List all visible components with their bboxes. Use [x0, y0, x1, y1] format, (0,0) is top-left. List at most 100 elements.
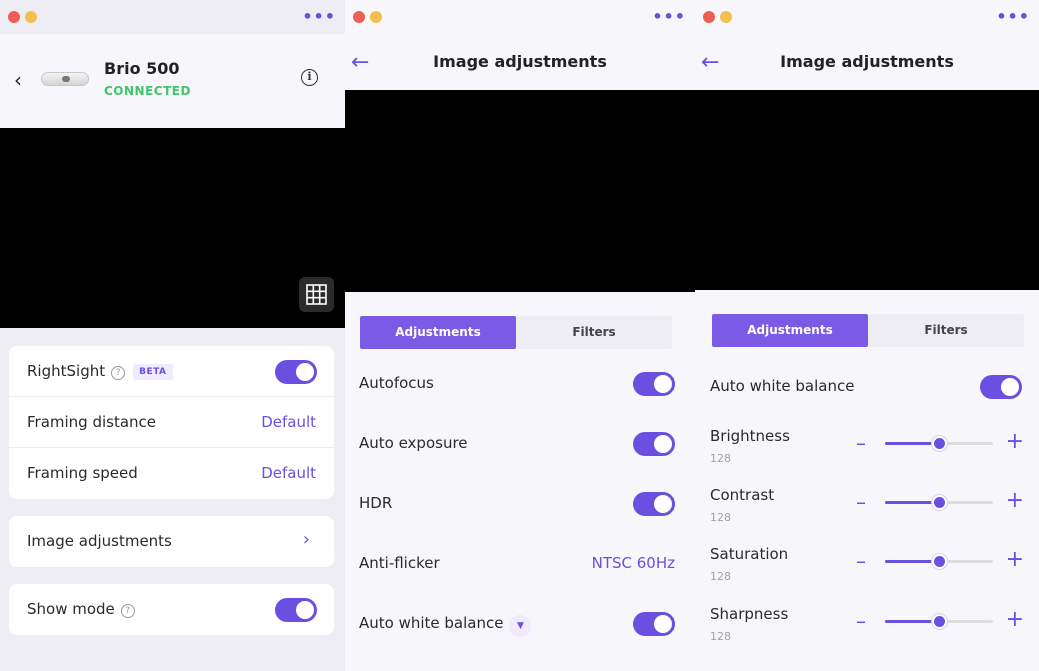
- minimize-window-button[interactable]: [720, 11, 732, 23]
- device-panel: ••• ‹ Brio 500 CONNECTED i RightSight? BE…: [0, 0, 345, 671]
- chevron-left-icon[interactable]: ‹: [14, 68, 22, 92]
- hdr-label: HDR: [359, 494, 393, 512]
- show-mode-label: Show mode: [27, 600, 115, 618]
- contrast-slider-fill: [885, 501, 939, 504]
- minimize-window-button[interactable]: [370, 11, 382, 23]
- more-dots-icon[interactable]: •••: [302, 7, 336, 26]
- auto-exposure-label: Auto exposure: [359, 434, 468, 452]
- anti-flicker-row[interactable]: Anti-flicker NTSC 60Hz: [359, 544, 681, 584]
- brightness-plus-button[interactable]: +: [1006, 429, 1024, 454]
- auto-white-balance-label: Auto white balance: [710, 377, 855, 395]
- saturation-slider-fill: [885, 560, 939, 563]
- hdr-row: HDR: [359, 484, 681, 524]
- title-bar: •••: [345, 0, 695, 34]
- rightsight-row: RightSight? BETA: [9, 346, 334, 397]
- adjustments-filters-tabs: Adjustments Filters: [360, 316, 672, 349]
- anti-flicker-label: Anti-flicker: [359, 554, 440, 572]
- brightness-slider-fill: [885, 442, 939, 445]
- image-adjustments-row[interactable]: Image adjustments ›: [9, 516, 334, 567]
- framing-distance-label: Framing distance: [27, 413, 157, 431]
- auto-white-balance-label-group: Auto white balance ▼: [359, 614, 532, 637]
- image-adjustments-expanded-panel: ••• ← Image adjustments Adjustments Filt…: [695, 0, 1039, 671]
- page-title: Image adjustments: [780, 52, 954, 71]
- help-icon[interactable]: ?: [120, 604, 135, 618]
- hdr-toggle[interactable]: [633, 492, 675, 516]
- sharpness-plus-button[interactable]: +: [1006, 607, 1024, 632]
- close-window-button[interactable]: [703, 11, 715, 23]
- more-dots-icon[interactable]: •••: [652, 7, 686, 26]
- contrast-slider-row: Contrast 128 – +: [710, 486, 1024, 536]
- rightsight-toggle[interactable]: [275, 360, 317, 384]
- sharpness-slider[interactable]: [885, 614, 993, 629]
- minimize-window-button[interactable]: [25, 11, 37, 23]
- rightsight-label: RightSight: [27, 362, 106, 380]
- framing-distance-row[interactable]: Framing distance Default: [9, 397, 334, 448]
- page-title: Image adjustments: [433, 52, 607, 71]
- tab-filters[interactable]: Filters: [868, 314, 1024, 347]
- close-window-button[interactable]: [353, 11, 365, 23]
- tab-adjustments[interactable]: Adjustments: [712, 314, 868, 347]
- saturation-slider-thumb[interactable]: [932, 554, 947, 569]
- camera-preview: [345, 90, 695, 292]
- brightness-value: 128: [710, 452, 731, 465]
- auto-white-balance-toggle[interactable]: [980, 375, 1022, 399]
- image-adjustments-card[interactable]: Image adjustments ›: [9, 516, 334, 567]
- brightness-slider-thumb[interactable]: [932, 436, 947, 451]
- tab-adjustments[interactable]: Adjustments: [360, 316, 516, 349]
- brightness-minus-button[interactable]: –: [856, 431, 866, 455]
- sharpness-slider-thumb[interactable]: [932, 614, 947, 629]
- auto-white-balance-label: Auto white balance: [359, 614, 504, 632]
- saturation-slider[interactable]: [885, 554, 993, 569]
- brightness-slider[interactable]: [885, 436, 993, 451]
- grid-toggle-button[interactable]: [299, 277, 334, 312]
- contrast-slider[interactable]: [885, 495, 993, 510]
- brightness-slider-row: Brightness 128 – +: [710, 427, 1024, 477]
- contrast-plus-button[interactable]: +: [1006, 488, 1024, 513]
- more-dots-icon[interactable]: •••: [996, 7, 1030, 26]
- framing-speed-value[interactable]: Default: [261, 464, 316, 482]
- rightsight-label-group: RightSight? BETA: [27, 362, 173, 380]
- saturation-minus-button[interactable]: –: [856, 549, 866, 573]
- device-header: ‹ Brio 500 CONNECTED i: [0, 34, 345, 128]
- framing-speed-row[interactable]: Framing speed Default: [9, 448, 334, 499]
- contrast-minus-button[interactable]: –: [856, 490, 866, 514]
- sharpness-slider-row: Sharpness 128 – +: [710, 605, 1024, 655]
- autofocus-toggle[interactable]: [633, 372, 675, 396]
- camera-preview: [0, 128, 345, 328]
- auto-white-balance-toggle[interactable]: [633, 612, 675, 636]
- close-window-button[interactable]: [8, 11, 20, 23]
- title-bar: •••: [0, 0, 345, 34]
- sharpness-minus-button[interactable]: –: [856, 609, 866, 633]
- device-name: Brio 500: [104, 59, 180, 78]
- autofocus-label: Autofocus: [359, 374, 434, 392]
- contrast-slider-thumb[interactable]: [932, 495, 947, 510]
- chevron-right-icon: ›: [302, 529, 310, 550]
- autofocus-row: Autofocus: [359, 364, 681, 404]
- sharpness-value: 128: [710, 630, 731, 643]
- auto-white-balance-row: Auto white balance ▼: [359, 604, 681, 644]
- contrast-label: Contrast: [710, 486, 775, 504]
- image-adjustments-panel: ••• ← Image adjustments Adjustments Filt…: [345, 0, 695, 671]
- sharpness-label: Sharpness: [710, 605, 789, 623]
- beta-badge: BETA: [133, 364, 173, 380]
- framing-speed-label: Framing speed: [27, 464, 138, 482]
- saturation-value: 128: [710, 570, 731, 583]
- auto-exposure-toggle[interactable]: [633, 432, 675, 456]
- info-icon[interactable]: i: [301, 69, 318, 86]
- framing-distance-value[interactable]: Default: [261, 413, 316, 431]
- adjustments-filters-tabs: Adjustments Filters: [712, 314, 1024, 347]
- auto-white-balance-row: Auto white balance: [710, 367, 1024, 407]
- anti-flicker-value[interactable]: NTSC 60Hz: [592, 554, 675, 572]
- help-icon[interactable]: ?: [111, 366, 126, 380]
- show-mode-row: Show mode?: [9, 584, 334, 635]
- sharpness-slider-fill: [885, 620, 939, 623]
- image-adjustments-label: Image adjustments: [27, 532, 172, 550]
- saturation-label: Saturation: [710, 545, 789, 563]
- tab-filters[interactable]: Filters: [516, 316, 672, 349]
- webcam-image: [41, 72, 89, 86]
- saturation-plus-button[interactable]: +: [1006, 547, 1024, 572]
- grid-icon: [306, 284, 327, 305]
- caret-down-icon[interactable]: ▼: [509, 615, 532, 637]
- show-mode-label-group: Show mode?: [27, 600, 135, 618]
- show-mode-toggle[interactable]: [275, 598, 317, 622]
